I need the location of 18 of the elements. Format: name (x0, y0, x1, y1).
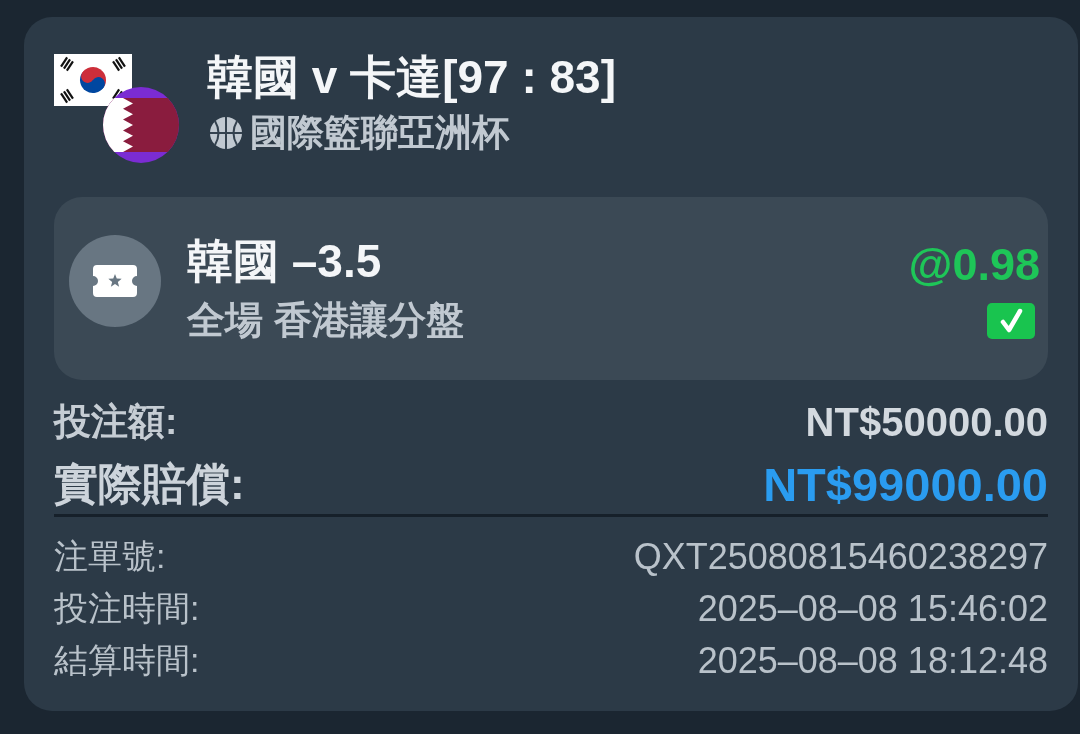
odds-text: @0.98 (908, 238, 1040, 291)
detail-value: QXT25080815460238297 (633, 536, 1048, 578)
amount-label: 投注額: (54, 400, 178, 444)
amount-value: NT$99000.00 (763, 456, 1048, 512)
detail-label: 投注時間: (54, 588, 200, 629)
league-name: 國際籃聯亞洲杯 (250, 111, 509, 155)
flag-icon (54, 54, 132, 106)
detail-value: 2025–08–08 18:12:48 (697, 640, 1048, 682)
amount-value: NT$50000.00 (805, 399, 1048, 445)
ticket-icon (69, 235, 161, 327)
amount-label: 實際賠償: (54, 457, 245, 510)
detail-label: 結算時間: (54, 640, 200, 681)
basketball-icon (210, 117, 242, 149)
match-title: 韓國 v 卡達[97 : 83] (207, 50, 616, 104)
detail-label: 注單號: (54, 536, 166, 577)
market-text: 全場 香港讓分盤 (187, 298, 465, 342)
detail-value: 2025–08–08 15:46:02 (697, 588, 1048, 630)
selection-text: 韓國 –3.5 (187, 235, 383, 287)
